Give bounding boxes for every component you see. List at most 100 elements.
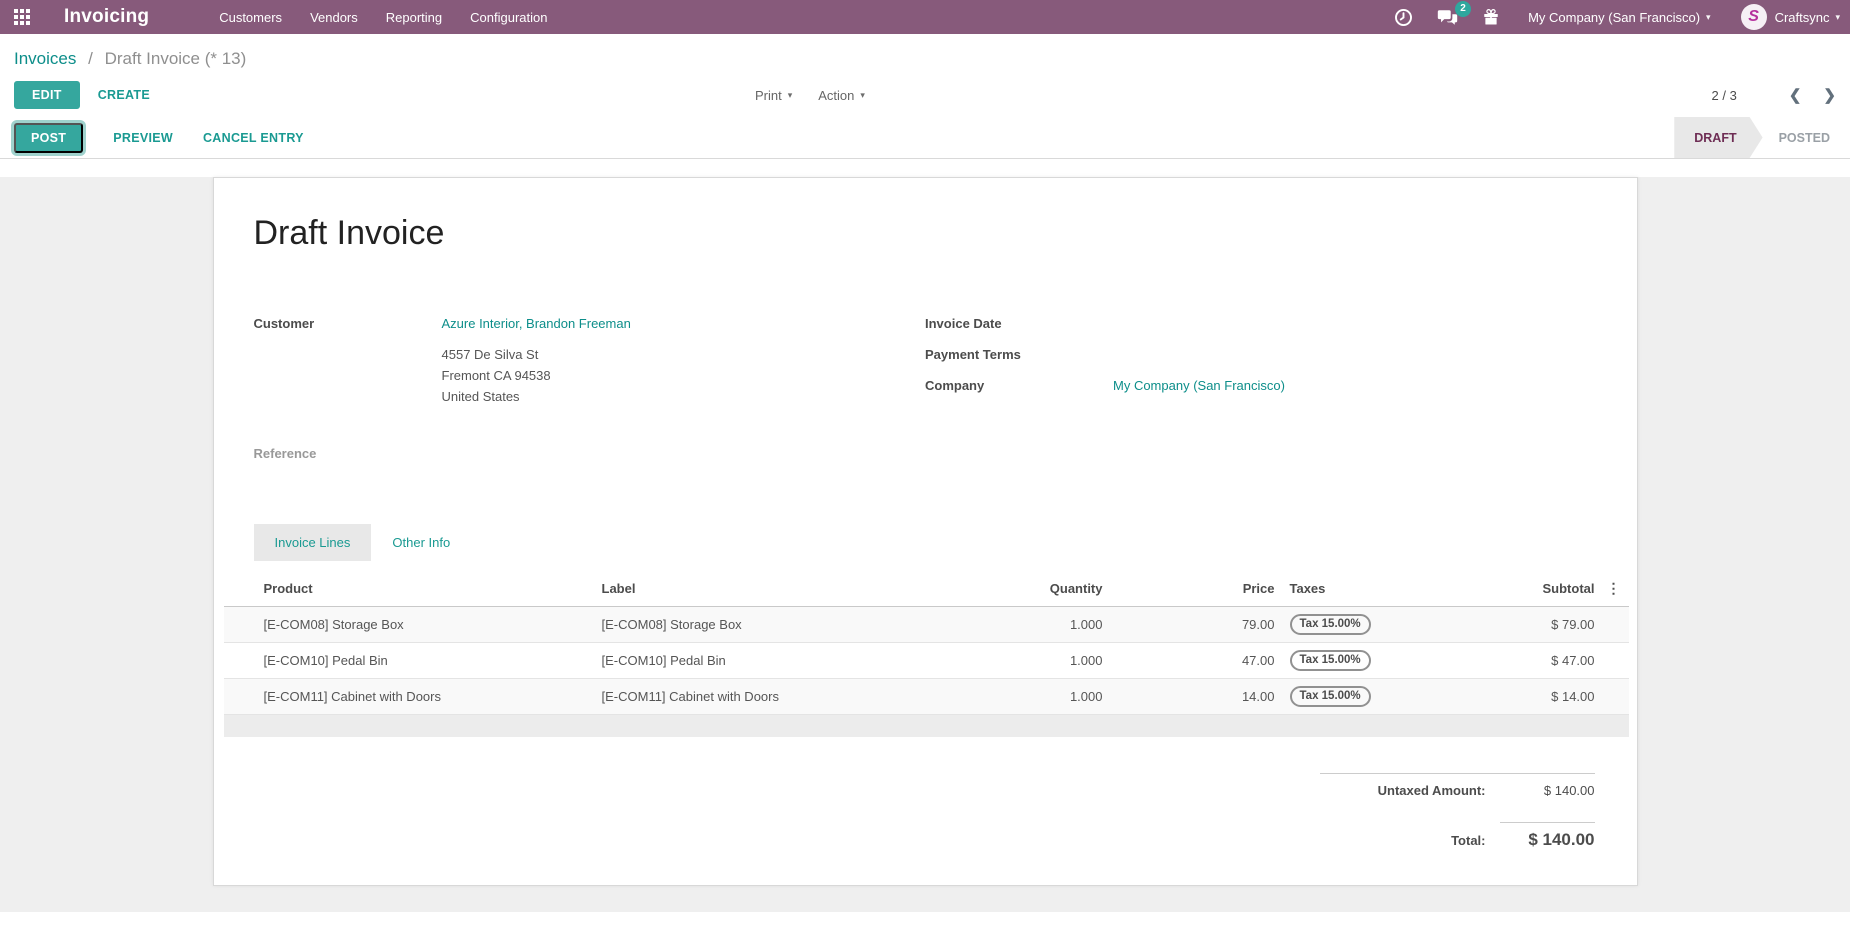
print-dropdown[interactable]: Print ▾ (755, 88, 792, 103)
action-dropdown-label: Action (818, 88, 854, 103)
user-name: Craftsync (1775, 10, 1830, 25)
cell-price: 79.00 (1105, 607, 1277, 643)
customer-address: 4557 De Silva St Fremont CA 94538 United… (442, 344, 926, 407)
status-widget: DRAFT POSTED (1674, 117, 1850, 158)
cell-taxes: Tax 15.00% (1277, 643, 1507, 679)
col-product: Product (224, 571, 592, 607)
col-price: Price (1105, 571, 1277, 607)
form-view-background: Draft Invoice Customer Azure Interior, B… (0, 177, 1850, 912)
pager-next-icon[interactable]: ❯ (1823, 86, 1836, 104)
cell-subtotal: $ 47.00 (1507, 643, 1597, 679)
invoice-date-label: Invoice Date (925, 313, 1113, 334)
pager-previous-icon[interactable]: ❮ (1789, 86, 1802, 104)
table-row[interactable]: [E-COM11] Cabinet with Doors [E-COM11] C… (224, 679, 1629, 715)
cell-quantity: 1.000 (882, 607, 1105, 643)
cell-taxes: Tax 15.00% (1277, 607, 1507, 643)
invoice-header-fields: Customer Azure Interior, Brandon Freeman… (254, 313, 1597, 474)
activities-clock-icon[interactable] (1394, 8, 1413, 27)
cell-quantity: 1.000 (882, 679, 1105, 715)
user-avatar[interactable]: S (1741, 4, 1767, 30)
breadcrumb-separator: / (88, 49, 93, 68)
print-dropdown-label: Print (755, 88, 782, 103)
cell-product: [E-COM08] Storage Box (224, 607, 592, 643)
edit-button[interactable]: EDIT (14, 81, 80, 109)
gift-icon[interactable] (1482, 8, 1500, 26)
messages-icon[interactable]: 2 (1437, 8, 1458, 27)
top-navbar: Invoicing Customers Vendors Reporting Co… (0, 0, 1850, 34)
invoice-sheet: Draft Invoice Customer Azure Interior, B… (213, 177, 1638, 886)
cell-subtotal: $ 79.00 (1507, 607, 1597, 643)
pager: 2 / 3 ❮ ❯ (1712, 86, 1836, 104)
reference-label: Reference (254, 443, 442, 464)
messages-count-badge: 2 (1455, 1, 1471, 17)
customer-link[interactable]: Azure Interior, Brandon Freeman (442, 313, 631, 334)
table-row[interactable]: [E-COM10] Pedal Bin [E-COM10] Pedal Bin … (224, 643, 1629, 679)
optional-columns-icon[interactable]: ⋮ (1597, 571, 1629, 607)
total-label: Total: (1320, 833, 1500, 848)
company-switcher-label: My Company (San Francisco) (1528, 10, 1700, 25)
status-posted: POSTED (1763, 117, 1850, 158)
cell-product: [E-COM11] Cabinet with Doors (224, 679, 592, 715)
breadcrumb-invoices-link[interactable]: Invoices (14, 49, 76, 68)
center-actions: Print ▾ Action ▾ (755, 88, 891, 103)
tax-badge: Tax 15.00% (1290, 650, 1371, 671)
menu-vendors[interactable]: Vendors (296, 0, 372, 34)
untaxed-amount-row: Untaxed Amount: $ 140.00 (1320, 773, 1595, 798)
tax-badge: Tax 15.00% (1290, 686, 1371, 707)
breadcrumb: Invoices / Draft Invoice (* 13) (0, 34, 1850, 69)
cell-taxes: Tax 15.00% (1277, 679, 1507, 715)
left-field-column: Customer Azure Interior, Brandon Freeman… (254, 313, 926, 474)
cancel-entry-button[interactable]: CANCEL ENTRY (203, 131, 304, 145)
status-draft: DRAFT (1674, 117, 1762, 158)
top-menus: Customers Vendors Reporting Configuratio… (205, 0, 561, 34)
col-label: Label (592, 571, 882, 607)
avatar-letter: S (1748, 8, 1759, 26)
address-line: United States (442, 386, 926, 407)
col-taxes: Taxes (1277, 571, 1507, 607)
col-subtotal: Subtotal (1507, 571, 1597, 607)
create-button[interactable]: CREATE (98, 88, 150, 102)
invoice-lines-table: Product Label Quantity Price Taxes Subto… (224, 571, 1629, 737)
menu-customers[interactable]: Customers (205, 0, 296, 34)
invoice-title: Draft Invoice (254, 214, 1597, 253)
pager-count: 2 / 3 (1712, 88, 1737, 103)
payment-terms-label: Payment Terms (925, 344, 1113, 365)
topbar-right: 2 My Company (San Francisco) ▾ S Craftsy… (1370, 4, 1840, 30)
cell-label: [E-COM10] Pedal Bin (592, 643, 882, 679)
col-quantity: Quantity (882, 571, 1105, 607)
app-title[interactable]: Invoicing (64, 6, 149, 28)
menu-configuration[interactable]: Configuration (456, 0, 561, 34)
caret-down-icon: ▾ (860, 90, 865, 101)
cell-price: 14.00 (1105, 679, 1277, 715)
cell-subtotal: $ 14.00 (1507, 679, 1597, 715)
tab-invoice-lines[interactable]: Invoice Lines (254, 524, 372, 561)
notebook-tabs: Invoice Lines Other Info (254, 524, 1597, 561)
totals-block: Untaxed Amount: $ 140.00 Total: $ 140.00 (1320, 773, 1595, 850)
caret-down-icon: ▾ (1835, 12, 1840, 23)
cell-label: [E-COM08] Storage Box (592, 607, 882, 643)
control-panel: EDIT CREATE Print ▾ Action ▾ 2 / 3 ❮ ❯ (0, 69, 1850, 117)
address-line: Fremont CA 94538 (442, 365, 926, 386)
table-row[interactable]: [E-COM08] Storage Box [E-COM08] Storage … (224, 607, 1629, 643)
company-link[interactable]: My Company (San Francisco) (1113, 375, 1285, 396)
company-switcher[interactable]: My Company (San Francisco) ▾ (1528, 10, 1710, 25)
cell-quantity: 1.000 (882, 643, 1105, 679)
menu-reporting[interactable]: Reporting (372, 0, 456, 34)
action-dropdown[interactable]: Action ▾ (818, 88, 865, 103)
user-menu[interactable]: Craftsync ▾ (1775, 10, 1840, 25)
preview-button[interactable]: PREVIEW (113, 131, 173, 145)
tab-other-info[interactable]: Other Info (371, 524, 471, 561)
apps-menu-icon[interactable] (14, 9, 30, 25)
caret-down-icon: ▾ (1706, 12, 1711, 23)
company-label: Company (925, 375, 1113, 396)
right-field-column: Invoice Date Payment Terms Company My Co… (925, 313, 1597, 474)
cell-price: 47.00 (1105, 643, 1277, 679)
table-header-row: Product Label Quantity Price Taxes Subto… (224, 571, 1629, 607)
tax-badge: Tax 15.00% (1290, 614, 1371, 635)
post-button[interactable]: POST (14, 123, 83, 153)
total-value: $ 140.00 (1500, 822, 1595, 850)
total-row: Total: $ 140.00 (1320, 822, 1595, 850)
customer-label: Customer (254, 313, 442, 334)
address-line: 4557 De Silva St (442, 344, 926, 365)
cell-label: [E-COM11] Cabinet with Doors (592, 679, 882, 715)
